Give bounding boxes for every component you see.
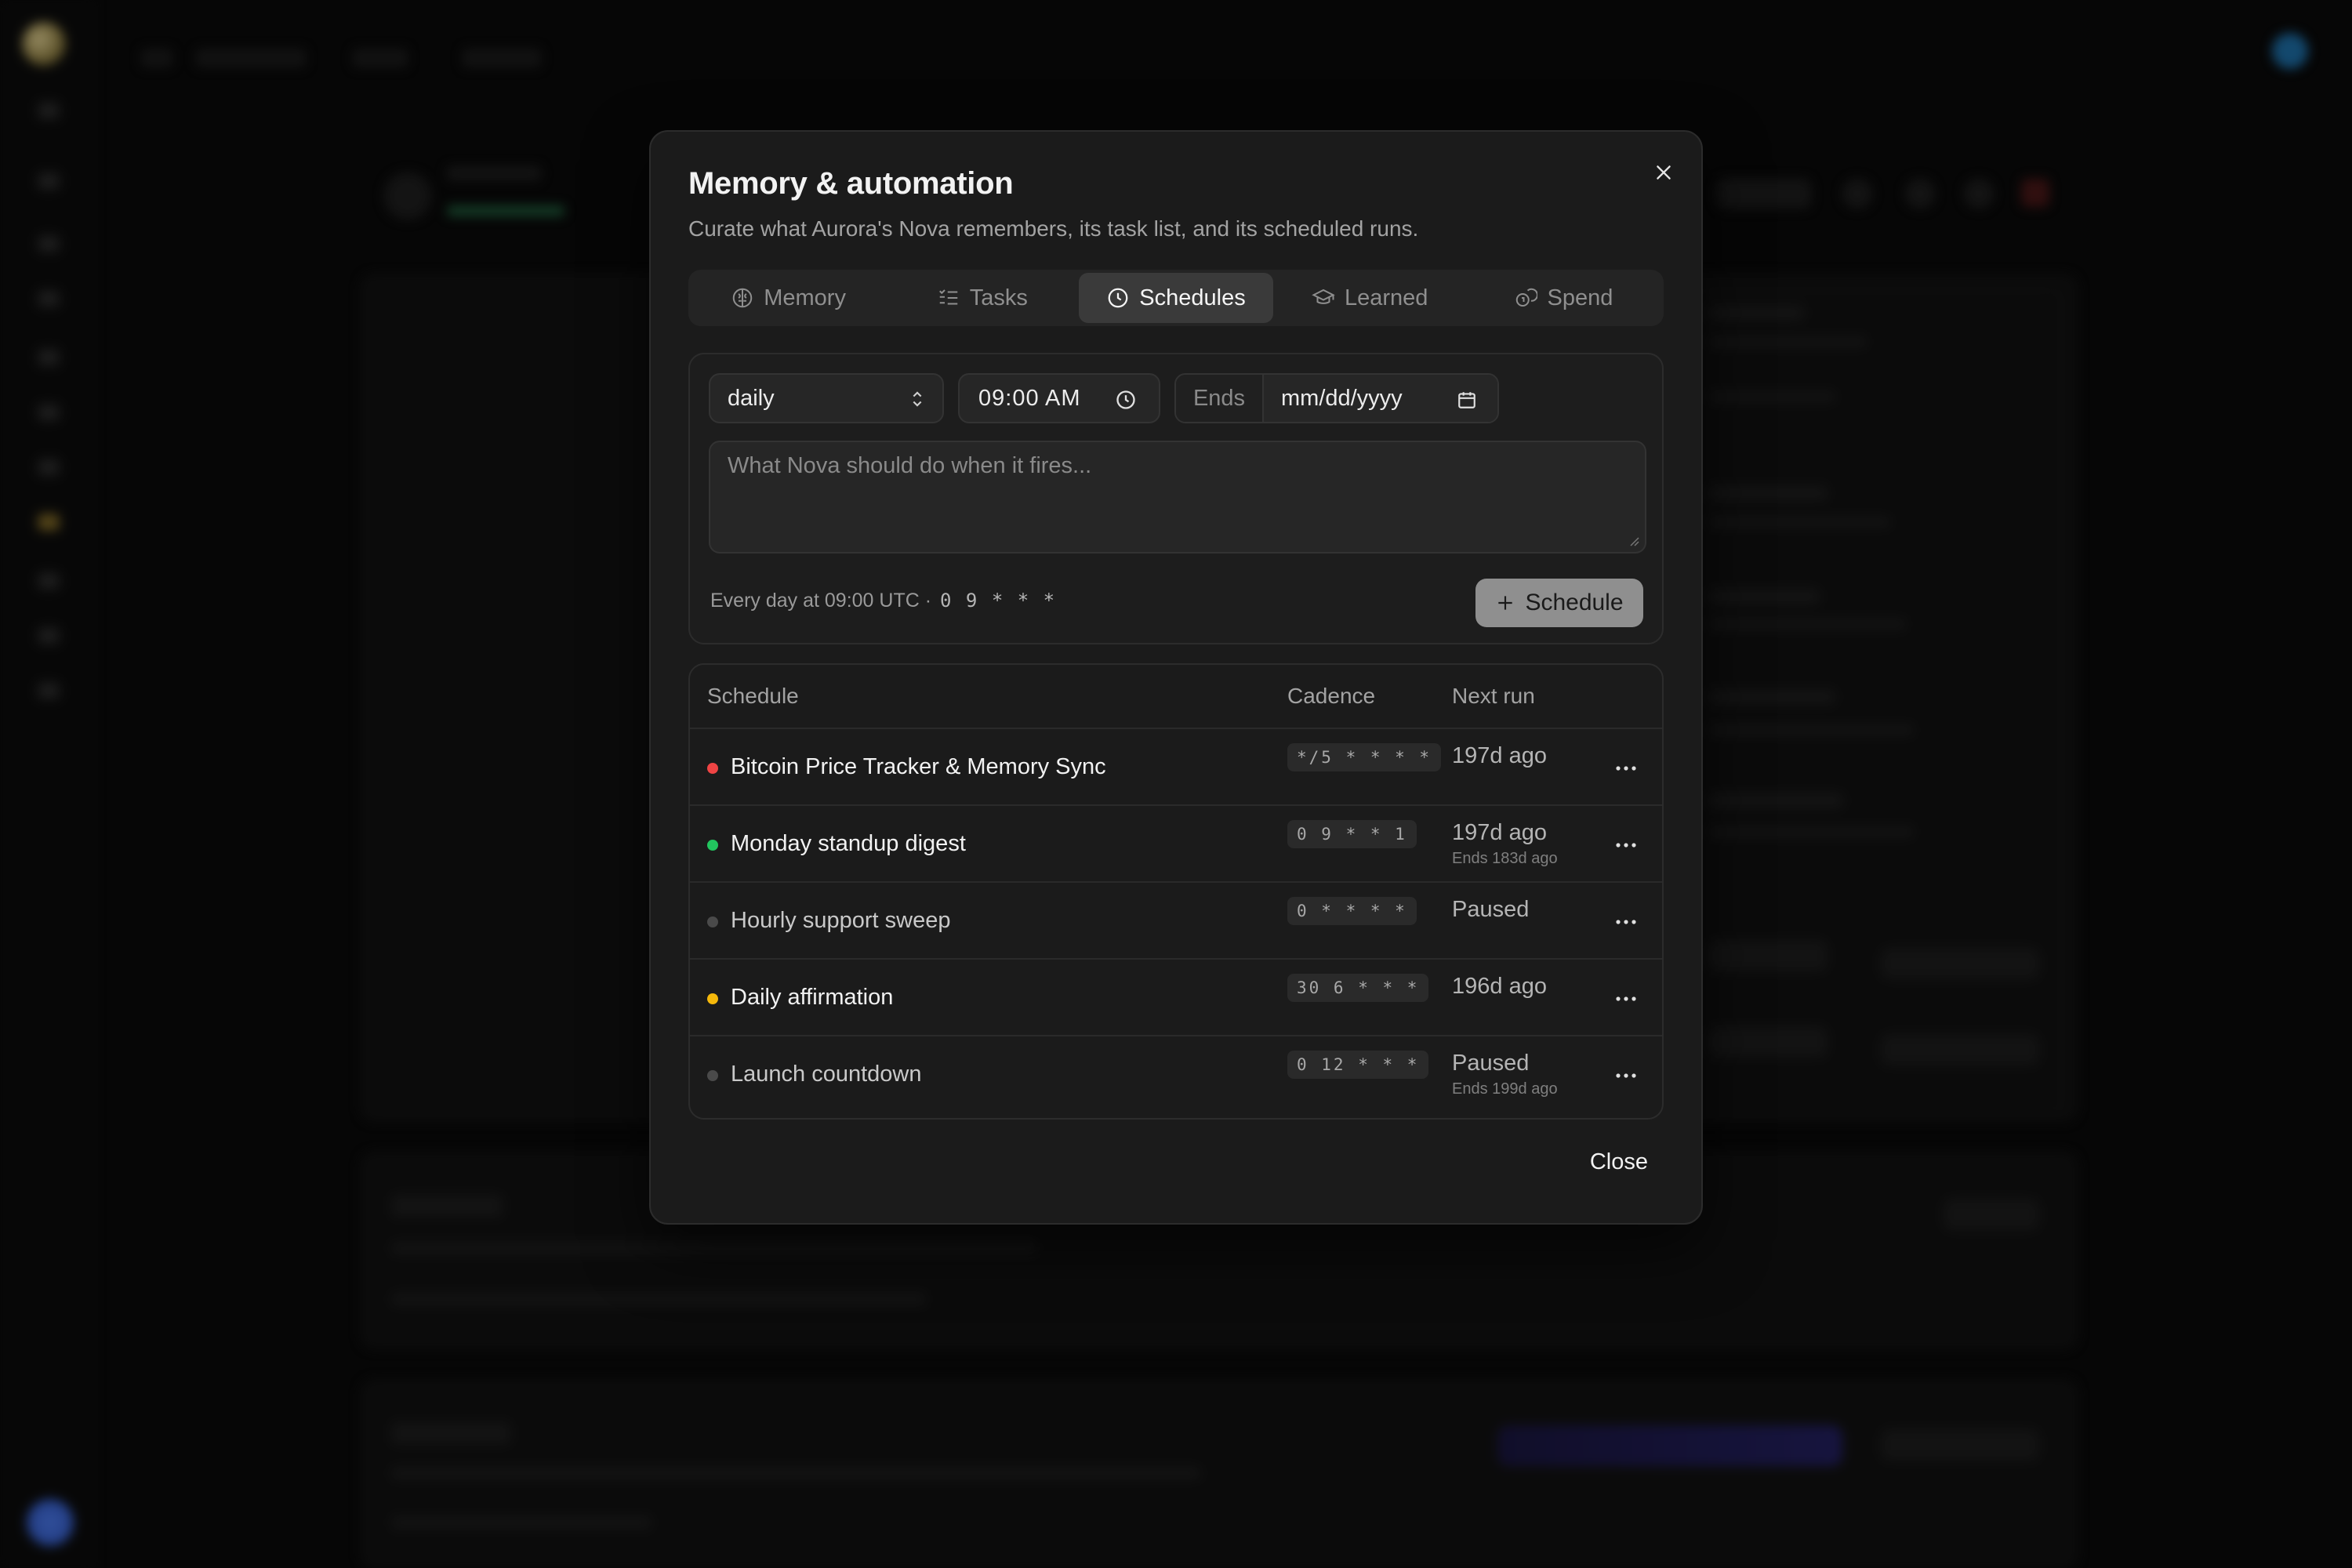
table-row[interactable]: Daily affirmation 30 6 * * * 196d ago bbox=[690, 960, 1662, 1036]
more-horizontal-icon bbox=[1616, 996, 1636, 1001]
tab-learned-label: Learned bbox=[1344, 285, 1428, 310]
ends-note: Ends 199d ago bbox=[1452, 1080, 1558, 1098]
brain-icon bbox=[732, 288, 753, 308]
tab-memory-label: Memory bbox=[764, 285, 846, 310]
column-cadence: Cadence bbox=[1287, 684, 1376, 708]
row-actions-button[interactable] bbox=[1609, 906, 1643, 938]
ends-label: Ends bbox=[1176, 375, 1264, 422]
dialog-title: Memory & automation bbox=[688, 166, 1014, 201]
prompt-placeholder: What Nova should do when it fires... bbox=[728, 453, 1092, 478]
more-horizontal-icon bbox=[1616, 843, 1636, 848]
row-actions-button[interactable] bbox=[1609, 983, 1643, 1014]
summary-cron: 0 9 * * * bbox=[940, 590, 1057, 612]
ends-date-input[interactable]: mm/dd/yyyy bbox=[1264, 375, 1497, 422]
time-input[interactable]: 09:00 AM bbox=[958, 373, 1160, 423]
graduation-cap-icon bbox=[1312, 289, 1335, 304]
chevron-up-down-icon bbox=[913, 391, 922, 407]
close-button[interactable]: Close bbox=[1590, 1149, 1648, 1175]
new-schedule-form: daily 09:00 AM Ends mm/dd/yyyy What Nova… bbox=[688, 353, 1664, 644]
add-schedule-button[interactable]: Schedule bbox=[1475, 579, 1643, 627]
calendar-icon[interactable] bbox=[1457, 389, 1477, 411]
dialog-subtitle: Curate what Aurora's Nova remembers, its… bbox=[688, 216, 1419, 241]
row-actions-button[interactable] bbox=[1609, 1060, 1643, 1091]
next-run: 197d ago bbox=[1452, 743, 1547, 768]
ends-date-placeholder: mm/dd/yyyy bbox=[1281, 385, 1403, 411]
tab-schedules-label: Schedules bbox=[1139, 285, 1246, 310]
schedule-name: Monday standup digest bbox=[731, 831, 966, 856]
column-next-run: Next run bbox=[1452, 684, 1535, 708]
clock-icon bbox=[1108, 288, 1128, 308]
tab-bar: Memory Tasks Schedules Learned Spend bbox=[688, 270, 1664, 326]
add-schedule-label: Schedule bbox=[1525, 590, 1624, 615]
summary-text: Every day at 09:00 UTC · bbox=[710, 590, 932, 612]
tab-tasks[interactable]: Tasks bbox=[885, 273, 1079, 323]
coins-icon bbox=[1516, 288, 1538, 307]
table-header: Schedule Cadence Next run bbox=[690, 665, 1662, 729]
status-dot bbox=[707, 763, 718, 774]
cadence-badge: 0 * * * * bbox=[1287, 897, 1417, 925]
status-dot bbox=[707, 840, 718, 851]
tab-tasks-label: Tasks bbox=[969, 285, 1028, 310]
more-horizontal-icon bbox=[1616, 920, 1636, 924]
status-dot bbox=[707, 993, 718, 1004]
next-run: Paused bbox=[1452, 1051, 1530, 1076]
list-checks-icon bbox=[938, 289, 957, 305]
cadence-badge: 0 9 * * 1 bbox=[1287, 820, 1417, 848]
schedule-name: Daily affirmation bbox=[731, 985, 894, 1010]
status-dot bbox=[707, 916, 718, 927]
next-run: 197d ago bbox=[1452, 820, 1547, 845]
cadence-badge: 30 6 * * * bbox=[1287, 974, 1429, 1002]
frequency-value: daily bbox=[728, 385, 775, 411]
schedule-summary: Every day at 09:00 UTC · 0 9 * * * bbox=[710, 590, 1056, 612]
cadence-badge: */5 * * * * bbox=[1287, 743, 1442, 771]
status-dot bbox=[707, 1070, 718, 1081]
table-row[interactable]: Monday standup digest 0 9 * * 1 197d ago… bbox=[690, 806, 1662, 883]
more-horizontal-icon bbox=[1616, 1073, 1636, 1078]
close-icon bbox=[1657, 165, 1671, 180]
plus-icon bbox=[1498, 596, 1513, 610]
time-value: 09:00 AM bbox=[978, 385, 1081, 411]
row-actions-button[interactable] bbox=[1609, 829, 1643, 861]
memory-automation-dialog: Memory & automation Curate what Aurora's… bbox=[649, 130, 1703, 1225]
more-horizontal-icon bbox=[1616, 766, 1636, 771]
tab-spend-label: Spend bbox=[1547, 285, 1613, 310]
row-actions-button[interactable] bbox=[1609, 753, 1643, 784]
column-schedule: Schedule bbox=[707, 684, 799, 708]
tab-memory[interactable]: Memory bbox=[691, 273, 885, 323]
resize-handle-icon[interactable] bbox=[1628, 535, 1640, 547]
schedule-prompt-textarea[interactable]: What Nova should do when it fires... bbox=[709, 441, 1646, 554]
ends-date-field: Ends mm/dd/yyyy bbox=[1174, 373, 1499, 423]
clock-icon[interactable] bbox=[1115, 389, 1137, 411]
schedule-name: Hourly support sweep bbox=[731, 908, 951, 933]
table-row[interactable]: Launch countdown 0 12 * * * Paused Ends … bbox=[690, 1036, 1662, 1113]
tab-learned[interactable]: Learned bbox=[1273, 273, 1467, 323]
ends-note: Ends 183d ago bbox=[1452, 850, 1558, 867]
close-dialog-button[interactable] bbox=[1648, 157, 1679, 188]
tab-spend[interactable]: Spend bbox=[1467, 273, 1661, 323]
schedule-name: Launch countdown bbox=[731, 1062, 922, 1087]
table-row[interactable]: Bitcoin Price Tracker & Memory Sync */5 … bbox=[690, 729, 1662, 806]
next-run: 196d ago bbox=[1452, 974, 1547, 999]
tab-schedules[interactable]: Schedules bbox=[1079, 273, 1273, 323]
frequency-select[interactable]: daily bbox=[709, 373, 944, 423]
next-run: Paused bbox=[1452, 897, 1530, 922]
schedule-name: Bitcoin Price Tracker & Memory Sync bbox=[731, 754, 1106, 779]
schedules-table: Schedule Cadence Next run Bitcoin Price … bbox=[688, 663, 1664, 1120]
cadence-badge: 0 12 * * * bbox=[1287, 1051, 1429, 1079]
table-row[interactable]: Hourly support sweep 0 * * * * Paused bbox=[690, 883, 1662, 960]
